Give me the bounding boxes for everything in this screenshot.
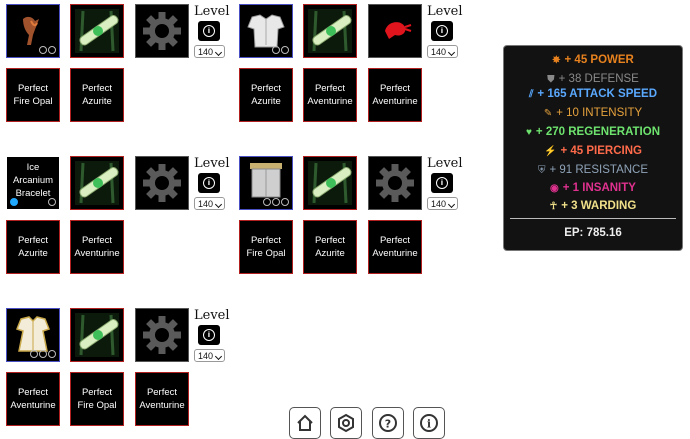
- stat-resistance: ⛨ + 91 RESISTANCE: [537, 164, 649, 176]
- consumable-slot[interactable]: [368, 4, 422, 58]
- level-label: Level: [194, 308, 230, 323]
- scroll-slot[interactable]: [303, 156, 357, 210]
- stat-attack-speed: ⫽ + 165 ATTACK SPEED: [528, 88, 658, 100]
- gear-icon: [376, 164, 414, 202]
- settings-button[interactable]: [330, 407, 362, 439]
- gem-slot[interactable]: Perfect Fire Opal: [6, 68, 60, 122]
- info-icon: i: [203, 329, 215, 341]
- home-icon: [297, 414, 313, 431]
- info-icon: i: [436, 25, 448, 37]
- resistance-icon: ⛨: [537, 165, 546, 176]
- level-label: Level: [194, 156, 230, 171]
- gem-sockets: [272, 46, 289, 54]
- gear-icon: [143, 316, 181, 354]
- stat-regeneration: ♥ + 270 REGENERATION: [525, 126, 661, 138]
- gem-slot[interactable]: Perfect Azurite: [6, 220, 60, 274]
- info-button[interactable]: i: [431, 173, 453, 193]
- info-button[interactable]: i: [198, 173, 220, 193]
- intensity-icon: ✎: [543, 108, 553, 119]
- stats-panel: ✸ + 45 POWER ⛊ + 38 DEFENSE ⫽ + 165 ATTACK …: [503, 45, 683, 251]
- item-slot[interactable]: [6, 4, 60, 58]
- gem-slot[interactable]: Perfect Azurite: [303, 220, 357, 274]
- ep-value: EP: 785.16: [564, 227, 622, 239]
- item-slot[interactable]: [6, 308, 60, 362]
- info-icon: i: [203, 25, 215, 37]
- gem-slot[interactable]: Perfect Aventurine: [303, 68, 357, 122]
- piercing-icon: ⚡: [544, 146, 557, 157]
- info-nav-button[interactable]: i: [413, 407, 445, 439]
- info-icon: i: [203, 177, 215, 189]
- gem-sockets: [263, 198, 289, 206]
- info-button[interactable]: i: [431, 21, 453, 41]
- help-icon: ?: [379, 414, 397, 432]
- svg-text:i: i: [427, 418, 431, 431]
- level-select[interactable]: 140: [427, 197, 458, 210]
- gear-slot[interactable]: [135, 156, 189, 210]
- attack-speed-icon: ⫽: [528, 89, 534, 100]
- stat-insanity: ◉ + 1 INSANITY: [550, 182, 636, 194]
- gem-slot[interactable]: Perfect Azurite: [239, 68, 293, 122]
- home-button[interactable]: [289, 407, 321, 439]
- gem-sockets: [30, 350, 56, 358]
- item-slot[interactable]: [239, 156, 293, 210]
- stat-intensity: ✎ + 10 INTENSITY: [543, 107, 643, 119]
- scroll-icon: [75, 313, 119, 357]
- info-icon: i: [420, 414, 438, 432]
- gem-slot[interactable]: Perfect Aventurine: [368, 220, 422, 274]
- gem-sockets: [48, 198, 56, 206]
- scroll-icon: [308, 161, 352, 205]
- gear-icon: [143, 164, 181, 202]
- gem-slot[interactable]: Perfect Aventurine: [368, 68, 422, 122]
- stat-warding: ☥ + 3 WARDING: [549, 200, 637, 212]
- item-slot[interactable]: [239, 4, 293, 58]
- stat-piercing: ⚡ + 45 PIERCING: [544, 145, 642, 157]
- info-icon: i: [436, 177, 448, 189]
- gem-slot[interactable]: Perfect Aventurine: [6, 372, 60, 426]
- item-slot[interactable]: Ice Arcanium Bracelet: [6, 156, 60, 210]
- svg-text:?: ?: [385, 418, 391, 431]
- shield-icon: ⛊: [547, 74, 555, 85]
- stat-power: ✸ + 45 POWER: [552, 54, 634, 66]
- gear-slot[interactable]: [368, 156, 422, 210]
- scroll-icon: [308, 9, 352, 53]
- level-label: Level: [427, 156, 463, 171]
- gear-slot[interactable]: [135, 308, 189, 362]
- scroll-slot[interactable]: [70, 4, 124, 58]
- scroll-icon: [75, 9, 119, 53]
- settings-hex-icon: [338, 413, 354, 433]
- stat-defense: ⛊ + 38 DEFENSE: [547, 73, 639, 85]
- gem-slot[interactable]: Perfect Aventurine: [135, 372, 189, 426]
- warding-icon: ☥: [549, 201, 558, 212]
- power-icon: ✸: [552, 55, 561, 66]
- info-button[interactable]: i: [198, 21, 220, 41]
- scroll-slot[interactable]: [70, 308, 124, 362]
- gem-slot[interactable]: Perfect Aventurine: [70, 220, 124, 274]
- scroll-slot[interactable]: [70, 156, 124, 210]
- level-select[interactable]: 140: [194, 197, 225, 210]
- gear-slot[interactable]: [135, 4, 189, 58]
- regeneration-icon: ♥: [525, 127, 532, 138]
- gem-slot[interactable]: Perfect Fire Opal: [239, 220, 293, 274]
- divider: [510, 218, 676, 219]
- level-label: Level: [427, 4, 463, 19]
- scroll-icon: [75, 161, 119, 205]
- gem-sockets: [39, 46, 56, 54]
- gem-slot[interactable]: Perfect Fire Opal: [70, 372, 124, 426]
- scroll-slot[interactable]: [303, 4, 357, 58]
- level-select[interactable]: 140: [194, 45, 225, 58]
- info-button[interactable]: i: [198, 325, 220, 345]
- level-label: Level: [194, 4, 230, 19]
- gear-icon: [143, 12, 181, 50]
- level-select[interactable]: 140: [427, 45, 458, 58]
- red-shrimp-icon: [385, 22, 412, 39]
- gem-sockets: [10, 198, 18, 206]
- help-button[interactable]: ?: [372, 407, 404, 439]
- insanity-icon: ◉: [550, 183, 559, 194]
- level-select[interactable]: 140: [194, 349, 225, 362]
- gem-slot[interactable]: Perfect Azurite: [70, 68, 124, 122]
